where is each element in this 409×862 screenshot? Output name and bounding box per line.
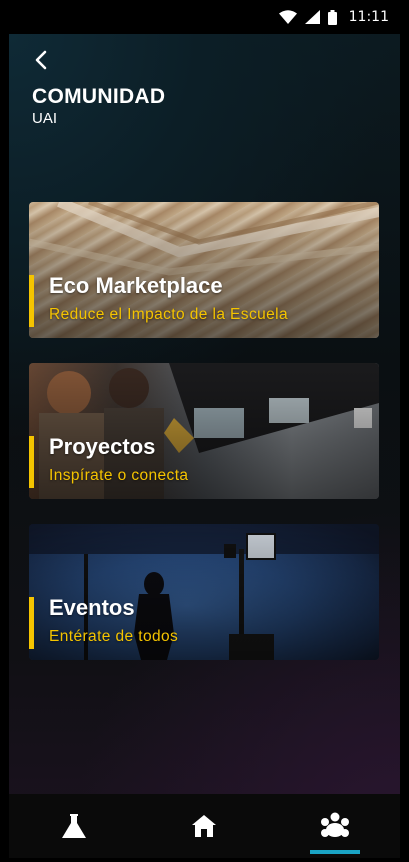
- wifi-icon: [278, 10, 297, 24]
- battery-icon: [327, 9, 337, 25]
- flask-icon: [62, 814, 87, 838]
- community-icon: [320, 812, 349, 837]
- back-button[interactable]: [29, 48, 53, 72]
- card-eco-marketplace[interactable]: Eco Marketplace Reduce el Impacto de la …: [29, 202, 379, 338]
- card-subtitle: Reduce el Impacto de la Escuela: [49, 306, 289, 323]
- status-bar: 11:11: [0, 0, 409, 34]
- card-accent-bar: [29, 597, 34, 649]
- card-subtitle: Inspírate o conecta: [49, 467, 189, 484]
- card-title: Proyectos: [49, 434, 156, 459]
- home-icon: [192, 815, 217, 837]
- card-title: Eco Marketplace: [49, 273, 223, 298]
- card-accent-bar: [29, 436, 34, 488]
- page-title: COMUNIDAD: [32, 85, 166, 108]
- nav-item-lab[interactable]: [9, 794, 139, 858]
- status-time: 11:11: [348, 9, 389, 25]
- page-subtitle: UAI: [32, 110, 58, 127]
- active-tab-indicator: [309, 850, 360, 854]
- chevron-left-icon: [35, 50, 47, 70]
- card-subtitle: Entérate de todos: [49, 628, 179, 645]
- bottom-nav: [9, 794, 400, 858]
- card-accent-bar: [29, 275, 34, 327]
- nav-item-home[interactable]: [139, 794, 269, 858]
- signal-icon: [304, 10, 320, 24]
- nav-item-community[interactable]: [270, 794, 400, 858]
- card-eventos[interactable]: Eventos Entérate de todos: [29, 524, 379, 660]
- card-title: Eventos: [49, 595, 135, 620]
- app-screen: COMUNIDAD UAI Eco Marketplace Reduce el …: [9, 34, 400, 858]
- card-proyectos[interactable]: Proyectos Inspírate o conecta: [29, 363, 379, 499]
